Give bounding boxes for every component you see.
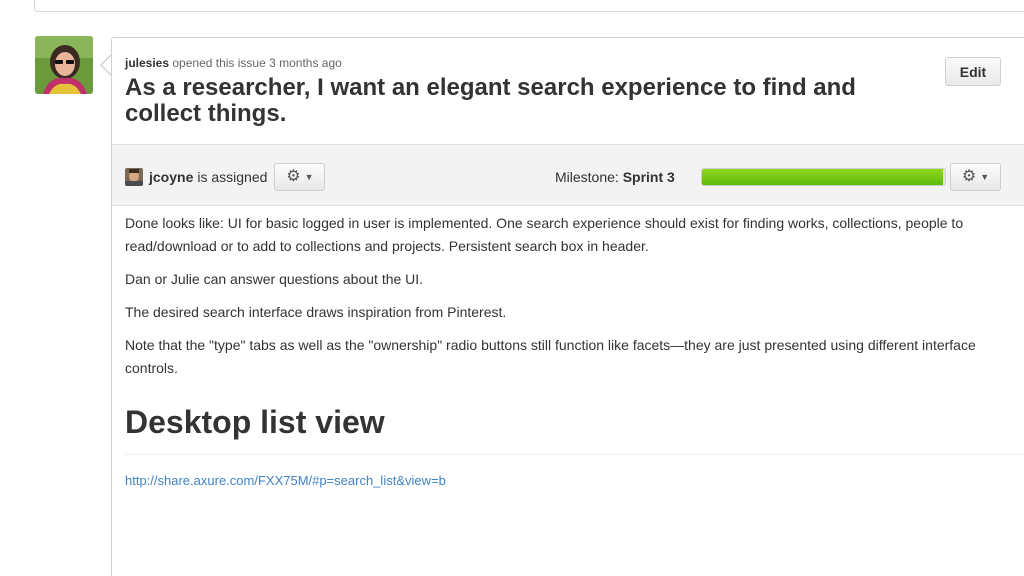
assignee-info: jcoyne is assigned ⚙ ▼ [125, 163, 326, 191]
axure-link[interactable]: http://share.axure.com/FXX75M/#p=search_… [125, 473, 1024, 488]
discussion-bar: jcoyne is assigned ⚙ ▼ Milestone: Sprint… [112, 144, 1024, 206]
milestone-label: Milestone: [555, 169, 619, 185]
author-avatar[interactable] [35, 36, 93, 94]
issue-meta-text: opened this issue 3 months ago [172, 56, 342, 70]
issue-body: Done looks like: UI for basic logged in … [125, 210, 1024, 488]
body-paragraph: The desired search interface draws inspi… [125, 304, 507, 320]
section-heading: Desktop list view [125, 402, 1024, 455]
issue-header: julesies opened this issue 3 months ago … [112, 38, 1024, 144]
issue-card: julesies opened this issue 3 months ago … [111, 37, 1024, 576]
gear-icon: ⚙ [961, 168, 977, 185]
edit-button[interactable]: Edit [945, 57, 1001, 86]
chevron-down-icon: ▼ [304, 171, 314, 182]
assignee-status: is assigned [197, 169, 268, 185]
previous-comment-box [34, 0, 1024, 12]
body-paragraph: Note that the "type" tabs as well as the… [125, 337, 976, 376]
assignee-link[interactable]: jcoyne [149, 169, 193, 185]
body-paragraph: Done looks like: UI for basic logged in … [125, 215, 964, 254]
assignee-avatar[interactable] [125, 168, 143, 186]
issue-meta: julesies opened this issue 3 months ago [125, 56, 1024, 70]
gear-icon: ⚙ [286, 168, 301, 185]
issue-title: As a researcher, I want an elegant searc… [125, 74, 856, 127]
body-paragraph: Dan or Julie can answer questions about … [125, 271, 424, 287]
milestone-progress-bar [701, 168, 946, 186]
assignee-settings-button[interactable]: ⚙ ▼ [274, 163, 326, 191]
milestone-link[interactable]: Sprint 3 [623, 169, 675, 185]
milestone-info: Milestone: Sprint 3 [555, 169, 675, 185]
author-link[interactable]: julesies [125, 56, 169, 70]
milestone-progress-fill [702, 169, 943, 185]
milestone-settings-button[interactable]: ⚙ ▼ [950, 163, 1001, 191]
chevron-down-icon: ▼ [980, 171, 990, 182]
